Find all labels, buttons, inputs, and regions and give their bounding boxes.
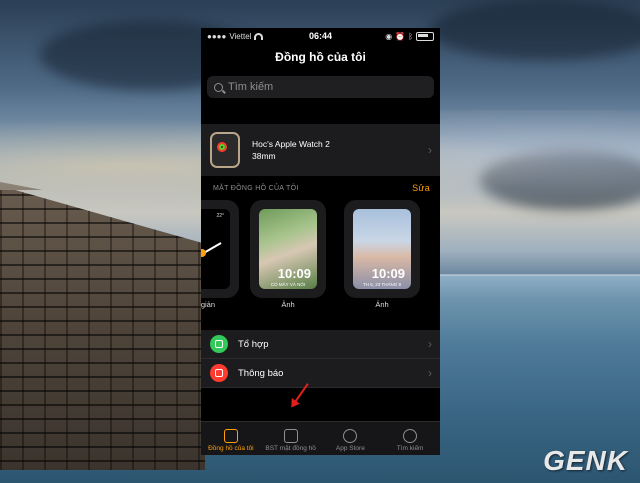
edit-button[interactable]: Sửa — [412, 183, 430, 193]
tab-search[interactable]: Tìm kiếm — [380, 422, 440, 455]
face-label: giản — [201, 300, 215, 309]
chevron-right-icon: › — [428, 337, 432, 351]
list-item-notifications[interactable]: Thông báo › — [201, 359, 440, 388]
watch-face-simple[interactable]: 22° — [201, 200, 239, 298]
face-label: Ảnh — [375, 300, 389, 309]
watch-device-row[interactable]: Hoc's Apple Watch 2 38mm › — [201, 124, 440, 176]
watch-face-photo-1[interactable]: 10:09 CÓ MÂY VÀ NÓI — [250, 200, 326, 298]
face-temperature: 22° — [216, 213, 224, 219]
faces-section-header: MẶT ĐỒNG HỒ CỦA TÔI Sửa — [201, 176, 440, 200]
search-input[interactable]: Tìm kiếm — [207, 76, 434, 98]
genk-watermark: GENK — [543, 445, 628, 476]
face-time: 10:09 — [371, 266, 405, 281]
chevron-right-icon: › — [428, 143, 432, 157]
tab-label: Tìm kiếm — [396, 445, 424, 452]
my-watch-icon — [223, 429, 238, 443]
watch-face-photo-2[interactable]: 10:09 TH 6, 23 THÁNG 9 — [344, 200, 420, 298]
face-gallery-icon — [283, 429, 298, 443]
tab-label: App Store — [335, 445, 365, 452]
face-label: Ảnh — [281, 300, 295, 309]
face-time: 10:09 — [277, 266, 311, 281]
search-icon — [214, 82, 223, 92]
tab-face-gallery[interactable]: BST mặt đồng hồ — [261, 422, 321, 455]
apple-watch-icon — [210, 132, 240, 168]
app-store-icon — [343, 429, 358, 443]
battery-icon — [416, 31, 434, 41]
tab-bar: Đồng hồ của tôi BST mặt đồng hồ App Stor… — [201, 421, 440, 455]
search-placeholder: Tìm kiếm — [228, 81, 274, 93]
tab-app-store[interactable]: App Store — [321, 422, 381, 455]
status-time: 06:44 — [308, 31, 333, 41]
face-date: CÓ MÂY VÀ NÓI — [270, 282, 306, 287]
face-date: TH 6, 23 THÁNG 9 — [363, 282, 401, 287]
watch-size: 38mm — [252, 151, 276, 161]
status-bar: ●●●● Viettel 06:44 ◉ ⏰ ᛒ — [201, 28, 440, 44]
search-icon — [403, 429, 418, 443]
notifications-icon — [210, 364, 228, 382]
cloud — [430, 0, 640, 60]
tab-label: Đồng hồ của tôi — [208, 445, 254, 452]
list-item-label: Thông báo — [238, 367, 284, 379]
complications-icon — [210, 335, 228, 353]
list-item-label: Tổ hợp — [238, 338, 269, 350]
faces-section-title: MẶT ĐỒNG HỒ CỦA TÔI — [213, 184, 299, 192]
list-item-complications[interactable]: Tổ hợp › — [201, 330, 440, 359]
watch-faces-carousel[interactable]: 22° giản 10:09 CÓ MÂY VÀ NÓI Ảnh 10:09 T… — [201, 200, 440, 315]
stone-wall — [0, 185, 205, 470]
phone-screen: ●●●● Viettel 06:44 ◉ ⏰ ᛒ Đồng hồ của tôi… — [201, 28, 440, 455]
tab-label: BST mặt đồng hồ — [265, 445, 316, 452]
chevron-right-icon: › — [428, 366, 432, 380]
watch-name: Hoc's Apple Watch 2 — [252, 139, 330, 149]
page-title: Đồng hồ của tôi — [275, 50, 366, 64]
clock-center — [201, 249, 206, 257]
tab-my-watch[interactable]: Đồng hồ của tôi — [201, 422, 261, 455]
